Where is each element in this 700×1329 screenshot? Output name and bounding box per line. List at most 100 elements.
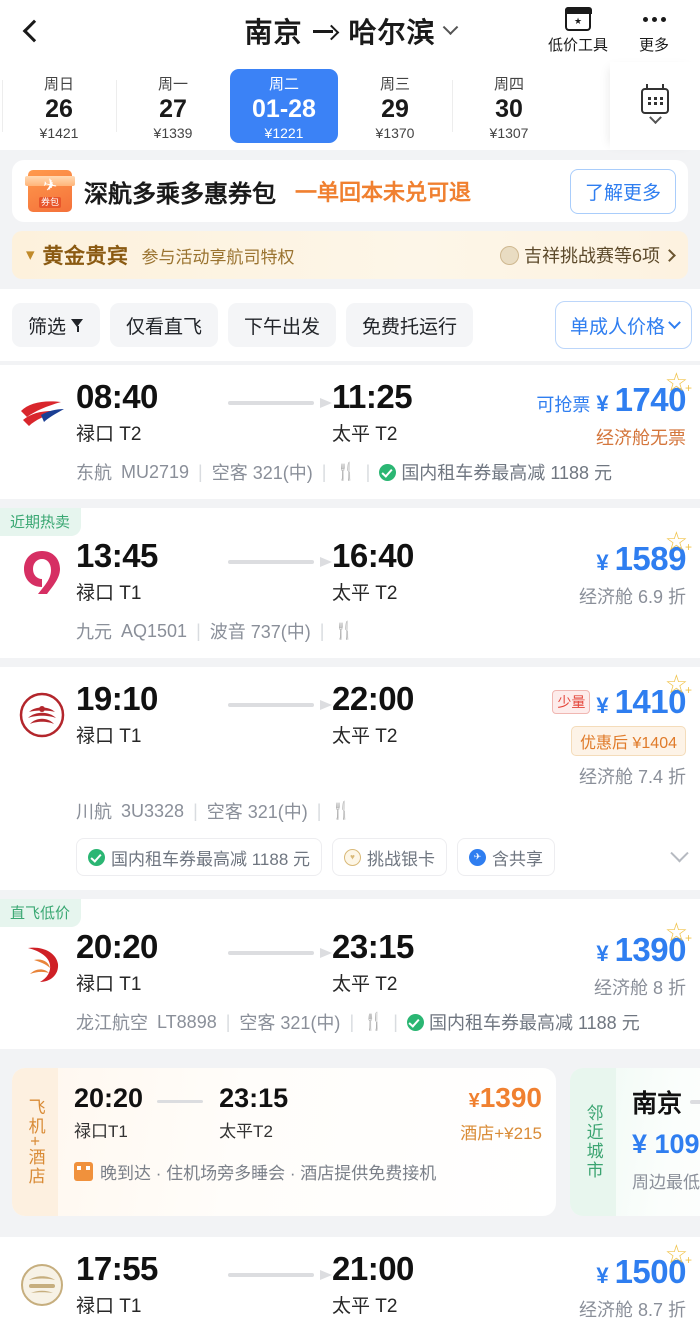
promo-banner[interactable]: 券包 深航多乘多惠券包 一单回本未兑可退 了解更多 bbox=[12, 160, 688, 222]
perk-label: 国内租车券最高减 1188 元 bbox=[401, 463, 613, 483]
more-dots-icon bbox=[642, 7, 666, 31]
date-weekday: 周四 bbox=[493, 76, 524, 94]
aircraft-type: 空客 321(中) bbox=[239, 1013, 341, 1033]
flight-card-ho2367[interactable]: 17:55 禄口 T1 21:00 太平 T2 ☆ ¥ 1500 bbox=[0, 1237, 700, 1329]
package-body: 20:20 禄口T1 23:15 太平T2 ¥1390 酒店+¥215 晚到达 … bbox=[58, 1068, 556, 1216]
date-cell-29[interactable]: 周三 29 ¥1370 bbox=[338, 62, 452, 150]
arrival-time: 16:40 bbox=[332, 537, 414, 574]
filter-chip-filter[interactable]: 筛选 bbox=[12, 303, 101, 347]
aircraft-type: 空客 321(中) bbox=[211, 463, 313, 483]
package-departure-segment: 20:20 禄口T1 bbox=[74, 1083, 143, 1142]
filter-chip-direct-only[interactable]: 仅看直飞 bbox=[110, 303, 219, 347]
low-price-tool-label: 低价工具 bbox=[548, 37, 609, 54]
flight-card-mu2719[interactable]: 08:40 禄口 T2 11:25 太平 T2 ☆ 可抢票 ¥ bbox=[0, 365, 700, 499]
arrival-time: 22:00 bbox=[332, 680, 414, 717]
star-add-icon[interactable]: ☆ bbox=[665, 369, 693, 395]
promo-title: 深航多乘多惠券包 bbox=[84, 180, 276, 208]
flight-meta: 川航 3U3328 | 空客 321(中) | 🍴 bbox=[0, 789, 686, 838]
arrival-segment: 21:00 太平 T2 bbox=[332, 1251, 482, 1318]
vip-activity-link[interactable]: 吉祥挑战赛等6项 bbox=[499, 242, 676, 268]
filter-chip-free-baggage[interactable]: 免费托运行 bbox=[346, 303, 474, 347]
package-price: ¥1390 bbox=[460, 1084, 542, 1112]
arrival-airport: 太平 T2 bbox=[332, 423, 398, 445]
flight-hotel-package-card[interactable]: 飞机+酒店 20:20 禄口T1 23:15 太平T2 ¥1390 酒店+¥21… bbox=[12, 1068, 556, 1216]
date-cell-30[interactable]: 周四 30 ¥1307 bbox=[452, 62, 566, 150]
arrival-time: 11:25 bbox=[332, 378, 413, 415]
filter-chip-afternoon-departure[interactable]: 下午出发 bbox=[228, 303, 337, 347]
schedule: 17:55 禄口 T1 21:00 太平 T2 bbox=[70, 1251, 496, 1318]
tag-silver-card[interactable]: 挑战银卡 bbox=[332, 838, 448, 876]
package-path-line bbox=[157, 1100, 219, 1103]
flight-card-3u3328[interactable]: 19:10 禄口 T1 22:00 太平 T2 ☆ 少量 ¥ bbox=[0, 658, 700, 890]
date-cell-01-28-selected[interactable]: 周二 01-28 ¥1221 bbox=[230, 69, 338, 143]
price-type-selector[interactable]: 单成人价格 bbox=[554, 301, 692, 349]
package-strip[interactable]: 飞机+酒店 20:20 禄口T1 23:15 太平T2 ¥1390 酒店+¥21… bbox=[0, 1058, 700, 1228]
tag-car-coupon[interactable]: 国内租车券最高减 1188 元 bbox=[76, 838, 323, 876]
filter-chip-label: 筛选 bbox=[28, 316, 67, 338]
flight-card-lt8898[interactable]: 直飞低价 20:20 禄口 T1 23:15 太平 T2 ☆ + ¥ 1390 … bbox=[0, 890, 700, 1049]
arrival-segment: 23:15 太平 T2 bbox=[332, 929, 482, 996]
low-price-tool-button[interactable]: 低价工具 bbox=[548, 6, 609, 55]
route-title[interactable]: 南京 哈尔滨 bbox=[244, 11, 435, 51]
back-button[interactable] bbox=[14, 14, 48, 48]
cabin-note: 经济舱 8.7 折 bbox=[578, 1300, 686, 1320]
no-meal-icon: 🍴 bbox=[333, 621, 355, 640]
date-cell-27[interactable]: 周一 27 ¥1339 bbox=[116, 62, 230, 150]
date-scroller[interactable]: 周六 25 ¥1421 周日 26 ¥1421 周一 27 ¥1339 周二 0… bbox=[0, 62, 610, 150]
header-actions: 低价工具 更多 bbox=[548, 6, 686, 55]
departure-airport: 禄口 T1 bbox=[76, 973, 142, 995]
chevron-down-icon[interactable] bbox=[670, 843, 689, 862]
package-departure-airport: 禄口T1 bbox=[74, 1121, 128, 1141]
price-column[interactable]: ☆ ¥ 1500 经济舱 8.7 折 bbox=[496, 1241, 692, 1322]
vip-banner[interactable]: ▾ 黄金贵宾 参与活动享航司特权 吉祥挑战赛等6项 bbox=[12, 231, 688, 279]
meal-icon: 🍴 bbox=[330, 801, 352, 820]
app-header: 南京 哈尔滨 低价工具 更多 bbox=[0, 0, 700, 62]
flight-meta: 吉祥 HO2367 | 空客 32S(中) | 🍴 bbox=[0, 1322, 686, 1329]
departure-time: 17:55 bbox=[76, 1250, 158, 1287]
star-add-icon[interactable]: ☆ bbox=[665, 528, 693, 554]
date-weekday: 周一 bbox=[157, 76, 188, 94]
neighbor-city-card[interactable]: 邻近城市 南京 ¥ 1090 周边最低 bbox=[570, 1068, 700, 1216]
star-add-icon[interactable]: ☆ bbox=[665, 1241, 693, 1267]
calendar-button[interactable] bbox=[610, 62, 700, 150]
meta-divider: | bbox=[198, 461, 203, 482]
neighbor-path-line bbox=[690, 1100, 700, 1104]
price-column[interactable]: ☆ 可抢票 ¥ 1740 经济舱无票 bbox=[496, 369, 692, 450]
package-arrival-airport: 太平T2 bbox=[219, 1121, 273, 1141]
chevron-down-icon bbox=[668, 315, 681, 329]
price-prefix-label: 可抢票 bbox=[536, 395, 591, 415]
meta-divider: | bbox=[349, 1011, 355, 1032]
meta-divider: | bbox=[365, 461, 371, 482]
airline-name: 龙江航空 bbox=[76, 1013, 148, 1033]
star-add-icon[interactable]: ☆ bbox=[665, 671, 693, 697]
check-circle-icon bbox=[406, 1013, 424, 1031]
schedule: 13:45 禄口 T1 16:40 太平 T2 bbox=[70, 538, 496, 605]
learn-more-button[interactable]: 了解更多 bbox=[569, 168, 676, 214]
tag-codeshare[interactable]: 含共享 bbox=[457, 838, 556, 876]
date-price: ¥1370 bbox=[375, 124, 415, 141]
star-add-icon[interactable]: ☆ bbox=[665, 919, 693, 945]
date-day: 27 bbox=[159, 95, 187, 124]
flight-card-aq1501[interactable]: 近期热卖 13:45 禄口 T1 16:40 太平 T2 ☆ + ¥ 1589 … bbox=[0, 499, 700, 658]
price-column[interactable]: ☆ 少量 ¥ 1410 优惠后 ¥1404 经济舱 7.4 折 bbox=[496, 671, 692, 789]
low-price-tool-icon bbox=[564, 6, 592, 31]
date-day: 29 bbox=[381, 95, 409, 124]
price-column[interactable]: ☆ ¥ 1589 经济舱 6.9 折 bbox=[496, 528, 692, 609]
vertical-label-text: 飞机+酒店 bbox=[25, 1098, 45, 1186]
price-column[interactable]: ☆ ¥ 1390 经济舱 8 折 bbox=[496, 919, 692, 1000]
flight-path-line bbox=[228, 700, 332, 710]
price-line: ¥ 1589 bbox=[496, 542, 686, 576]
flight-path-line bbox=[228, 948, 332, 958]
departure-segment: 08:40 禄口 T2 bbox=[76, 379, 228, 446]
chevron-down-icon[interactable] bbox=[442, 18, 458, 35]
promo-subtitle: 一单回本未兑可退 bbox=[295, 180, 472, 205]
vertical-label-text: 邻近城市 bbox=[583, 1104, 603, 1180]
flight-number: 3U3328 bbox=[121, 800, 185, 821]
perk-label: 国内租车券最高减 1188 元 bbox=[428, 1013, 640, 1033]
date-cell-26[interactable]: 周日 26 ¥1421 bbox=[2, 62, 116, 150]
package-hotel-addon: 酒店+¥215 bbox=[460, 1124, 542, 1143]
departure-segment: 19:10 禄口 T1 bbox=[76, 681, 228, 748]
more-button[interactable]: 更多 bbox=[626, 7, 682, 55]
schedule: 20:20 禄口 T1 23:15 太平 T2 bbox=[70, 929, 496, 996]
flight-main-row: 13:45 禄口 T1 16:40 太平 T2 ☆ ¥ 1589 bbox=[0, 508, 692, 609]
